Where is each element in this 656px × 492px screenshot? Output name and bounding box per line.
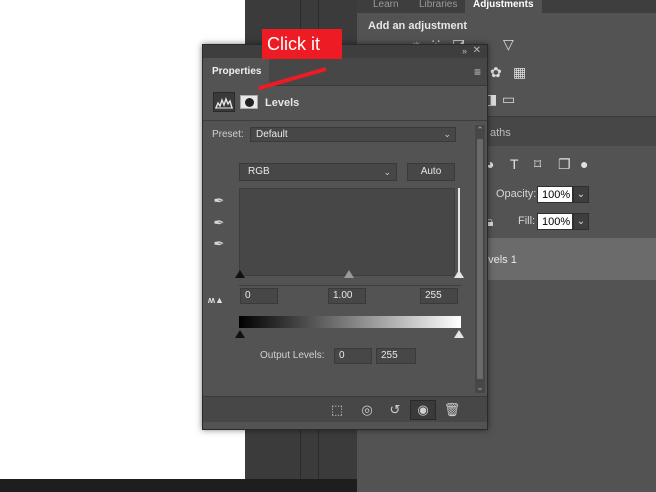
tab-paths[interactable]: aths xyxy=(490,127,511,139)
scrollbar[interactable]: ⌃ ⌄ xyxy=(475,125,485,393)
output-white-slider[interactable] xyxy=(454,330,464,338)
clip-to-layer-icon[interactable]: ⬚ xyxy=(328,402,346,418)
opacity-field[interactable]: 100% xyxy=(537,186,573,203)
properties-panel: » ✕ Properties ≡ Levels Preset: Default … xyxy=(202,44,488,430)
input-slider-track xyxy=(239,285,461,286)
properties-tab-bar: Properties ≡ xyxy=(203,58,487,86)
panel-titlebar[interactable]: » ✕ xyxy=(203,45,487,58)
histogram xyxy=(239,188,455,276)
trash-icon[interactable]: 🗑︎ xyxy=(443,402,461,418)
opacity-label: Opacity: xyxy=(496,188,537,200)
scroll-up-icon[interactable]: ⌃ xyxy=(475,125,485,136)
type-filter-icon[interactable]: T xyxy=(510,156,519,172)
scroll-down-icon[interactable]: ⌄ xyxy=(475,382,485,393)
preset-label: Preset: xyxy=(212,129,244,140)
adjustment-title: Levels xyxy=(265,97,300,109)
fill-field[interactable]: 100% xyxy=(537,213,573,230)
input-white-field[interactable]: 255 xyxy=(420,288,458,304)
preset-value: Default xyxy=(256,129,288,140)
scroll-thumb[interactable] xyxy=(477,139,483,379)
filter-toggle-icon[interactable]: ● xyxy=(580,156,588,172)
white-point-eyedropper-icon[interactable]: ✒ xyxy=(211,236,227,252)
gradient-map-icon[interactable]: ▭ xyxy=(502,91,515,108)
chevron-down-icon: ⌄ xyxy=(383,167,391,177)
input-midtone-field[interactable]: 1.00 xyxy=(328,288,366,304)
smart-object-filter-icon[interactable]: ❐ xyxy=(558,156,571,173)
chevron-down-icon: ⌄ xyxy=(443,129,451,139)
gradient-triangle-icon[interactable]: ▽ xyxy=(503,36,514,53)
reset-icon[interactable]: ↺ xyxy=(386,402,404,418)
mask-icon[interactable] xyxy=(240,95,258,109)
black-point-eyedropper-icon[interactable]: ✒ xyxy=(211,193,227,209)
channel-mixer-icon[interactable]: ✿ xyxy=(490,64,502,81)
collapse-icon[interactable]: » xyxy=(462,45,467,57)
right-tab-bar: Learn Libraries Adjustments xyxy=(357,0,656,13)
output-levels-label: Output Levels: xyxy=(260,350,325,361)
close-icon[interactable]: ✕ xyxy=(473,45,481,57)
levels-histogram-icon[interactable] xyxy=(213,92,235,112)
tab-adjustments[interactable]: Adjustments xyxy=(465,0,542,13)
visibility-eye-icon[interactable]: ◉ xyxy=(410,400,436,420)
gray-point-eyedropper-icon[interactable]: ✒ xyxy=(211,215,227,231)
channel-value: RGB xyxy=(248,166,270,177)
histogram-peak xyxy=(458,188,460,272)
output-white-field[interactable]: 255 xyxy=(376,348,416,364)
output-black-slider[interactable] xyxy=(235,330,245,338)
warning-icon[interactable]: ʍ▲ xyxy=(208,295,224,305)
output-black-field[interactable]: 0 xyxy=(334,348,372,364)
view-previous-icon[interactable]: ◎ xyxy=(358,402,376,418)
tab-learn[interactable]: Learn xyxy=(365,0,407,13)
opacity-dropdown[interactable]: ⌄ xyxy=(573,186,589,203)
input-midtone-slider[interactable] xyxy=(344,270,354,278)
shape-filter-icon[interactable]: ⌑ xyxy=(534,156,541,173)
channel-dropdown[interactable]: RGB ⌄ xyxy=(239,163,397,181)
output-gradient xyxy=(239,316,461,328)
input-white-slider[interactable] xyxy=(454,270,464,278)
fill-dropdown[interactable]: ⌄ xyxy=(573,213,589,230)
tab-libraries[interactable]: Libraries xyxy=(411,0,465,13)
input-black-field[interactable]: 0 xyxy=(240,288,278,304)
preset-dropdown[interactable]: Default ⌄ xyxy=(250,127,456,142)
tab-properties[interactable]: Properties xyxy=(203,58,269,86)
fill-label: Fill: xyxy=(518,215,536,227)
input-black-slider[interactable] xyxy=(235,270,245,278)
callout-label: Click it xyxy=(262,29,342,59)
add-adjustment-label: Add an adjustment xyxy=(368,20,468,32)
panel-footer: ⬚ ◎ ↺ ◉ 🗑︎ xyxy=(203,396,487,422)
divider xyxy=(203,120,487,121)
color-lookup-icon[interactable]: ▦ xyxy=(513,64,526,81)
panel-menu-icon[interactable]: ≡ xyxy=(474,65,481,79)
auto-button[interactable]: Auto xyxy=(407,163,455,181)
